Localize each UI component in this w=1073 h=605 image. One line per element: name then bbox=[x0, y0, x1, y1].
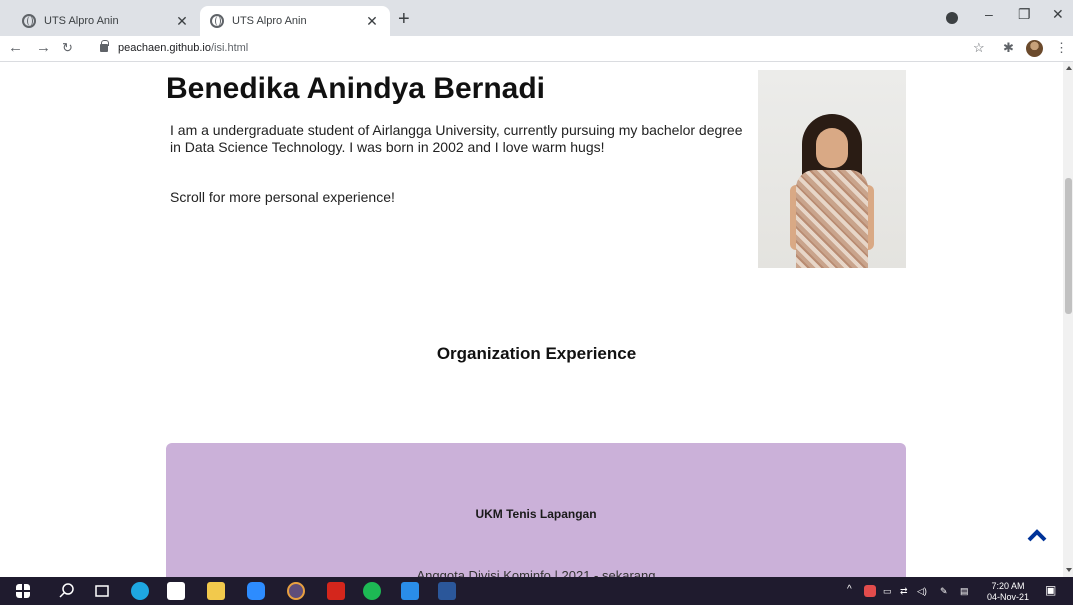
lock-icon[interactable] bbox=[100, 40, 109, 52]
chrome-icon[interactable] bbox=[287, 582, 305, 600]
clock-date[interactable]: 04-Nov-21 bbox=[986, 592, 1030, 602]
section-title: Organization Experience bbox=[436, 344, 637, 363]
photo-body bbox=[796, 170, 868, 268]
chevron-up-icon[interactable]: ^ bbox=[847, 585, 852, 595]
bookmark-star-icon[interactable]: ☆ bbox=[973, 40, 985, 56]
pen-icon[interactable]: ✎ bbox=[940, 586, 948, 596]
card-title: UKM Tenis Lapangan bbox=[475, 507, 597, 521]
experience-card: UKM Tenis Lapangan Anggota Divisi Kominf… bbox=[166, 443, 906, 577]
antivirus-icon[interactable] bbox=[864, 585, 876, 597]
windows-icon[interactable] bbox=[16, 584, 30, 598]
url-host: peachaen.github.io bbox=[118, 42, 211, 54]
menu-dots-icon[interactable]: ⋮ bbox=[1055, 40, 1068, 56]
bio-text: I am a undergraduate student of Airlangg… bbox=[170, 122, 743, 155]
globe-icon bbox=[210, 14, 224, 28]
file-explorer-icon[interactable] bbox=[207, 582, 225, 600]
search-icon[interactable] bbox=[58, 582, 76, 600]
back-arrow-icon[interactable]: ← bbox=[8, 39, 23, 56]
tab-title: UTS Alpro Anin bbox=[44, 15, 119, 27]
forward-arrow-icon[interactable]: → bbox=[36, 39, 51, 56]
network-icon[interactable]: ⇄ bbox=[900, 586, 908, 596]
word-icon[interactable] bbox=[438, 582, 456, 600]
card-subtitle: Anggota Divisi Kominfo | 2021 - sekarang bbox=[416, 568, 656, 577]
minimize-button[interactable]: – bbox=[985, 6, 993, 22]
vscode-icon[interactable] bbox=[401, 582, 419, 600]
back-to-top-chevron-icon[interactable] bbox=[1026, 527, 1048, 543]
toolbar: ← → ↻ peachaen.github.io/isi.html ☆ ✱ ⋮ bbox=[0, 36, 1073, 62]
acrobat-icon[interactable] bbox=[327, 582, 345, 600]
page-title: Benedika Anindya Bernadi bbox=[166, 72, 545, 105]
scrollbar[interactable] bbox=[1063, 62, 1073, 577]
clock-time[interactable]: 7:20 AM bbox=[986, 581, 1030, 591]
avatar[interactable] bbox=[1026, 40, 1043, 57]
tab-title: UTS Alpro Anin bbox=[232, 15, 307, 27]
address-bar[interactable]: peachaen.github.io/isi.html bbox=[118, 42, 248, 54]
url-path: /isi.html bbox=[210, 42, 249, 54]
tab-bar: UTS Alpro Anin ✕ UTS Alpro Anin ✕ + – ❐ … bbox=[0, 0, 1073, 36]
page-viewport: Benedika Anindya Bernadi I am a undergra… bbox=[0, 62, 1063, 577]
scroll-hint-text: Scroll for more personal experience! bbox=[170, 189, 395, 205]
photo-face bbox=[816, 128, 848, 168]
tab-inactive[interactable]: UTS Alpro Anin ✕ bbox=[12, 6, 200, 36]
zoom-icon[interactable] bbox=[247, 582, 265, 600]
scroll-up-arrow-icon[interactable] bbox=[1066, 66, 1072, 70]
volume-icon[interactable]: ◁) bbox=[917, 586, 927, 596]
tab-active[interactable]: UTS Alpro Anin ✕ bbox=[200, 6, 390, 36]
extensions-icon[interactable]: ✱ bbox=[1003, 40, 1014, 56]
restore-button[interactable]: ❐ bbox=[1018, 6, 1031, 23]
profile-photo bbox=[758, 70, 906, 268]
close-tab-icon[interactable]: ✕ bbox=[174, 13, 190, 30]
globe-icon bbox=[22, 14, 36, 28]
plus-icon[interactable]: + bbox=[398, 8, 410, 31]
store-icon[interactable] bbox=[167, 582, 185, 600]
scrollbar-thumb[interactable] bbox=[1065, 178, 1072, 314]
close-window-button[interactable]: ✕ bbox=[1052, 6, 1064, 23]
profile-icon[interactable] bbox=[946, 12, 958, 24]
task-view-icon[interactable] bbox=[93, 582, 111, 600]
reload-icon[interactable]: ↻ bbox=[62, 40, 73, 56]
spotify-icon[interactable] bbox=[363, 582, 381, 600]
edge-icon[interactable] bbox=[131, 582, 149, 600]
taskbar: ^ ▭ ⇄ ◁) ✎ ▤ 7:20 AM 04-Nov-21 ▣ bbox=[0, 577, 1073, 605]
scroll-down-arrow-icon[interactable] bbox=[1066, 568, 1072, 572]
close-tab-icon[interactable]: ✕ bbox=[364, 13, 380, 30]
notification-icon[interactable]: ▣ bbox=[1045, 584, 1056, 596]
keyboard-icon[interactable]: ▤ bbox=[960, 586, 969, 596]
battery-icon[interactable]: ▭ bbox=[883, 586, 892, 596]
